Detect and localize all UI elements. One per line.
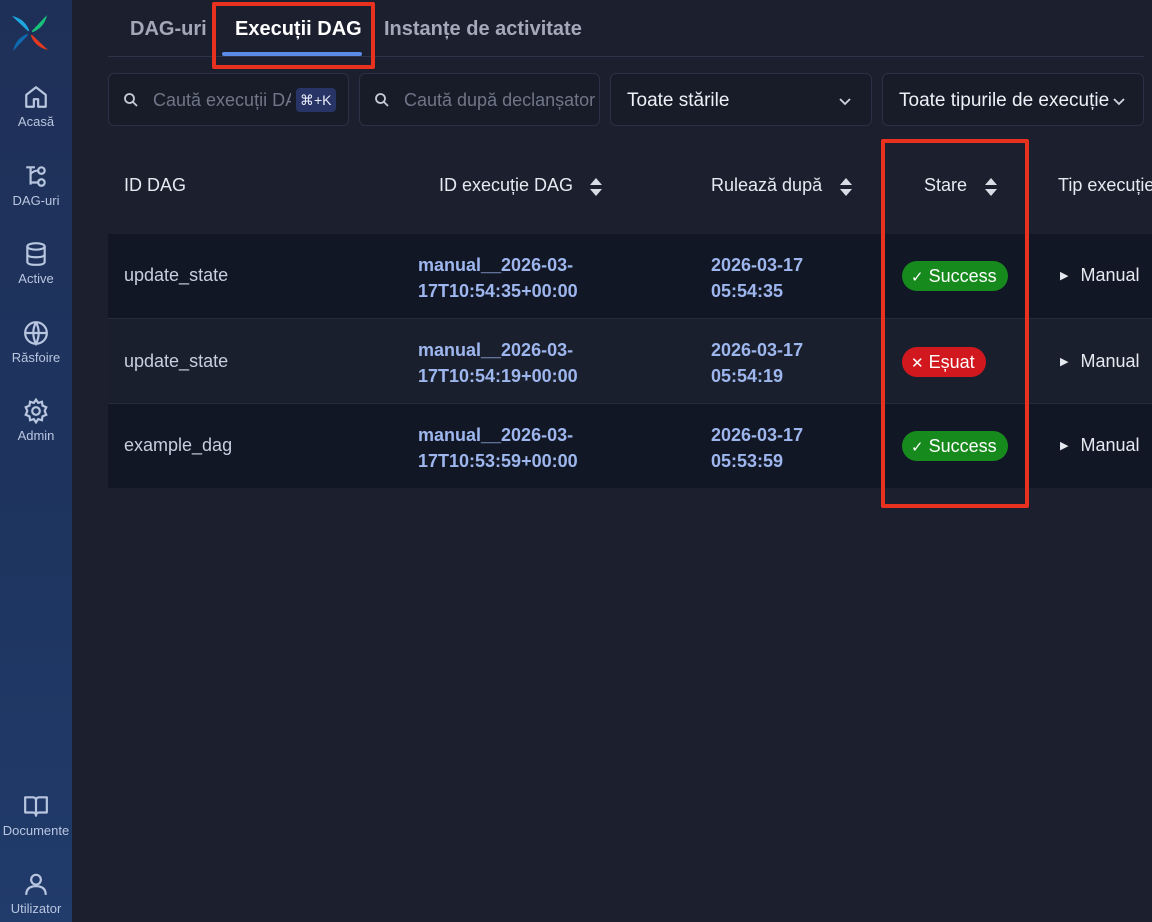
run-id-line: 17T10:54:35+00:00	[418, 281, 578, 301]
column-header-run-id[interactable]: ID execuție DAG	[439, 175, 573, 196]
status-badge: ✓ Success	[902, 431, 1008, 461]
sort-icon[interactable]	[983, 176, 999, 198]
sidebar-item-assets[interactable]: Active	[0, 241, 72, 286]
play-icon: ▶	[1060, 270, 1069, 282]
sidebar-item-label: Active	[18, 271, 54, 286]
sidebar-item-label: Admin	[17, 428, 55, 443]
run-id-line: manual__2026-03-	[418, 425, 574, 445]
home-icon	[25, 86, 47, 108]
run-after-value: 2026-03-17 05:54:35	[711, 252, 803, 304]
active-tab-indicator	[222, 52, 362, 56]
status-badge-label: Success	[928, 266, 997, 286]
run-after-value: 2026-03-17 05:54:19	[711, 337, 803, 389]
dag-id-link[interactable]: example_dag	[124, 435, 232, 456]
chevron-down-icon	[1113, 98, 1125, 106]
status-badge-label: Success	[928, 436, 997, 456]
status-badge: ✓ Success	[902, 261, 1008, 291]
search-trigger-input[interactable]: Caută după declanșator	[359, 73, 600, 126]
run-after-date: 2026-03-17	[711, 425, 804, 445]
sidebar-item-user[interactable]: Utilizator	[0, 871, 72, 916]
search-icon	[375, 93, 389, 107]
database-icon	[26, 242, 46, 266]
dag-id-link[interactable]: update_state	[124, 265, 228, 286]
run-type-filter-value: Toate tipurile de execuție	[899, 90, 1110, 111]
book-icon	[24, 796, 48, 817]
run-id-line: 17T10:54:19+00:00	[418, 366, 578, 386]
table-row[interactable]: update_state manual__2026-03- 17T10:54:3…	[108, 234, 1152, 318]
run-id-line: 17T10:53:59+00:00	[418, 451, 578, 471]
dag-id-link[interactable]: update_state	[124, 351, 228, 372]
check-icon: ✓	[911, 439, 924, 456]
user-icon	[25, 873, 47, 895]
globe-icon	[24, 321, 48, 346]
sidebar-item-dags[interactable]: DAG-uri	[0, 163, 72, 208]
search-trigger-placeholder: Caută după declanșator	[404, 90, 596, 110]
play-icon: ▶	[1060, 356, 1069, 368]
play-icon: ▶	[1060, 440, 1069, 452]
run-type-filter-select[interactable]: Toate tipurile de execuție	[882, 73, 1144, 126]
run-id-link[interactable]: manual__2026-03- 17T10:53:59+00:00	[418, 422, 578, 474]
run-type-label: Manual	[1080, 435, 1140, 455]
search-runs-input[interactable]: Caută execuții DAG ⌘+K	[108, 73, 349, 126]
run-type-cell: ▶ Manual	[1060, 435, 1140, 456]
run-after-value: 2026-03-17 05:53:59	[711, 422, 803, 474]
tab-task-instances[interactable]: Instanțe de activitate	[384, 18, 582, 41]
sort-icon[interactable]	[588, 176, 604, 198]
run-after-time: 05:54:35	[711, 281, 784, 301]
run-id-line: manual__2026-03-	[418, 255, 574, 275]
table-row[interactable]: example_dag manual__2026-03- 17T10:53:59…	[108, 404, 1152, 488]
sidebar-item-browse[interactable]: Răsfoire	[0, 320, 72, 365]
table-row[interactable]: update_state manual__2026-03- 17T10:54:1…	[108, 318, 1152, 404]
sidebar-item-label: Utilizator	[10, 901, 62, 916]
run-type-label: Manual	[1080, 351, 1140, 371]
column-header-run-after[interactable]: Rulează după	[711, 175, 822, 196]
sidebar-item-home[interactable]: Acasă	[0, 84, 72, 129]
column-header-state[interactable]: Stare	[924, 175, 967, 196]
tab-dags[interactable]: DAG-uri	[130, 18, 207, 41]
sidebar-item-label: Documente	[2, 823, 70, 838]
run-after-time: 05:54:19	[711, 366, 784, 386]
column-header-dag-id[interactable]: ID DAG	[124, 175, 186, 196]
run-after-date: 2026-03-17	[711, 255, 804, 275]
run-id-link[interactable]: manual__2026-03- 17T10:54:19+00:00	[418, 337, 578, 389]
state-filter-value: Toate stările	[627, 90, 730, 111]
status-badge-label: Eșuat	[928, 352, 975, 372]
sidebar: Acasă DAG-uri Active Răsfoire Admin Docu…	[0, 0, 72, 922]
run-id-link[interactable]: manual__2026-03- 17T10:54:35+00:00	[418, 252, 578, 304]
sidebar-item-docs[interactable]: Documente	[0, 793, 72, 838]
sidebar-item-label: Răsfoire	[11, 350, 61, 365]
sidebar-item-admin[interactable]: Admin	[0, 398, 72, 443]
check-icon: ✓	[911, 269, 924, 286]
gear-icon	[24, 398, 48, 424]
sidebar-item-label: Acasă	[17, 114, 55, 129]
tab-dag-runs[interactable]: Execuții DAG	[235, 18, 362, 41]
chevron-down-icon	[839, 98, 851, 106]
tab-bar: DAG-uri Execuții DAG Instanțe de activit…	[108, 0, 1144, 57]
sort-icon[interactable]	[838, 176, 854, 198]
run-after-time: 05:53:59	[711, 451, 784, 471]
search-runs-placeholder: Caută execuții DAG	[153, 90, 291, 110]
run-after-date: 2026-03-17	[711, 340, 804, 360]
search-icon	[124, 93, 138, 107]
status-badge: ✕ Eșuat	[902, 347, 986, 377]
run-type-cell: ▶ Manual	[1060, 351, 1140, 372]
column-header-run-type[interactable]: Tip execuție	[1058, 175, 1152, 196]
dag-icon	[26, 166, 46, 187]
run-id-line: manual__2026-03-	[418, 340, 574, 360]
close-icon: ✕	[911, 355, 924, 372]
sidebar-item-label: DAG-uri	[12, 193, 60, 208]
run-type-label: Manual	[1080, 265, 1140, 285]
state-filter-select[interactable]: Toate stările	[610, 73, 872, 126]
airflow-logo-icon[interactable]	[8, 11, 52, 55]
shortcut-badge: ⌘+K	[296, 88, 336, 112]
run-type-cell: ▶ Manual	[1060, 265, 1140, 286]
